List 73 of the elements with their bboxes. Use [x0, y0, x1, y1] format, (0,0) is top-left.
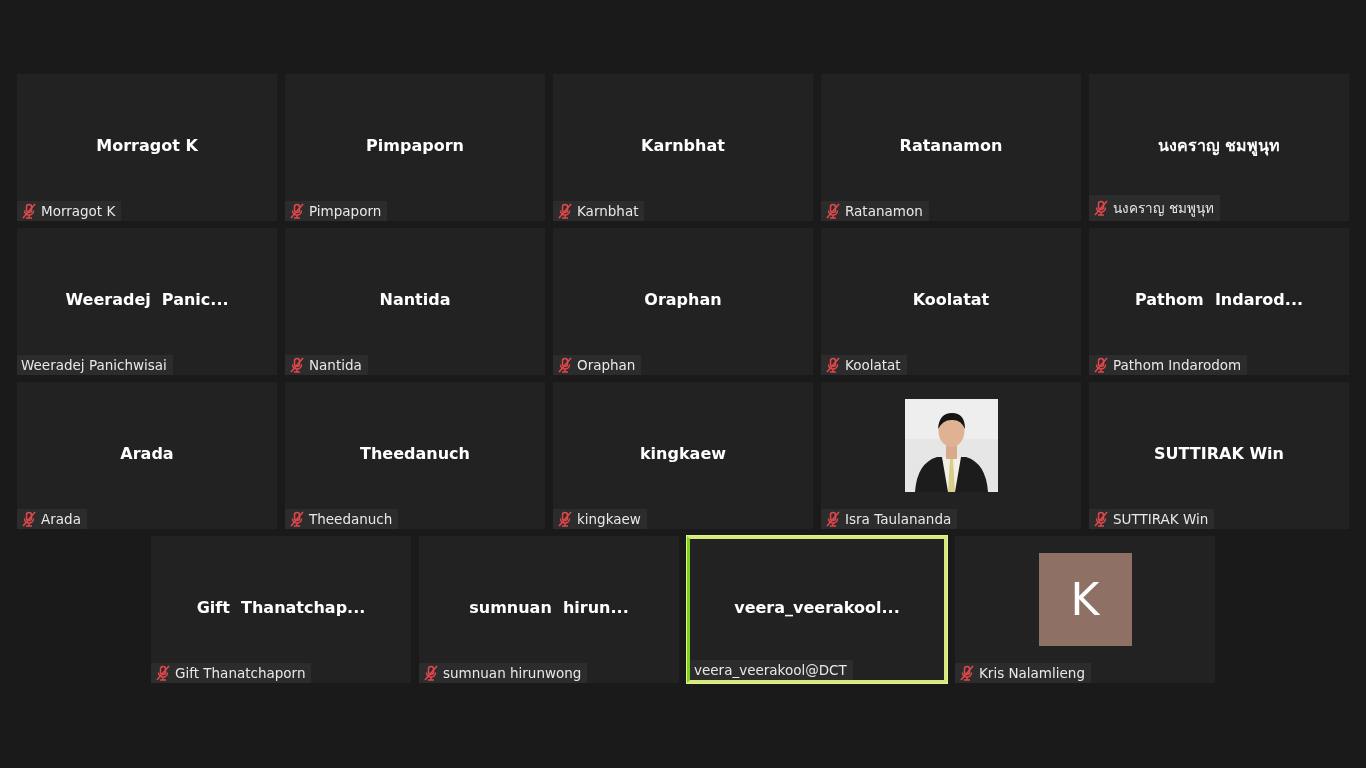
video-tile[interactable]: Pimpaporn Pimpaporn [285, 74, 545, 221]
muted-mic-icon [21, 511, 37, 527]
label-text: Pimpaporn [309, 203, 382, 219]
participant-name: Morragot K [96, 136, 198, 155]
label-text: veera_veerakool@DCT [694, 662, 847, 678]
participant-name: Gift Thanatchap... [196, 598, 366, 617]
video-tile[interactable]: Weeradej Panic... Weeradej Panichwisai [17, 228, 277, 375]
label-text: Theedanuch [309, 511, 393, 527]
muted-mic-icon [1093, 511, 1109, 527]
video-tile[interactable]: Arada Arada [17, 382, 277, 529]
label-text: Karnbhat [577, 203, 639, 219]
participant-name: sumnuan hirun... [469, 598, 629, 617]
participant-name: SUTTIRAK Win [1154, 444, 1284, 463]
label-text: Kris Nalamlieng [979, 665, 1085, 681]
video-tile[interactable]: Oraphan Oraphan [553, 228, 813, 375]
video-tile[interactable]: Gift Thanatchap... Gift Thanatchaporn [151, 536, 411, 683]
participant-name: Pimpaporn [366, 136, 464, 155]
participant-name: นงคราญ ชมพูนุท [1157, 135, 1281, 158]
label-text: Nantida [309, 357, 362, 373]
video-tile[interactable]: นงคราญ ชมพูนุท นงคราญ ชมพูนุท [1089, 74, 1349, 221]
muted-mic-icon [959, 665, 975, 681]
muted-mic-icon [557, 203, 573, 219]
participant-name: Ratanamon [899, 136, 1003, 155]
label-text: Oraphan [577, 357, 636, 373]
muted-mic-icon [557, 357, 573, 373]
muted-mic-icon [289, 511, 305, 527]
participant-name: Pathom Indarod... [1134, 290, 1304, 309]
video-tile[interactable]: veera_veerakool... veera_veerakool@DCT [687, 536, 947, 683]
participant-name: kingkaew [639, 444, 726, 463]
video-tile[interactable]: Isra Taulananda [821, 382, 1081, 529]
label-text: นงคราญ ชมพูนุท [1113, 199, 1215, 219]
participant-name: Arada [120, 444, 174, 463]
muted-mic-icon [557, 511, 573, 527]
muted-mic-icon [289, 203, 305, 219]
participant-name: Weeradej Panic... [65, 290, 229, 309]
participant-name: Nantida [379, 290, 451, 309]
participant-name: Karnbhat [641, 136, 725, 155]
label-text: Arada [41, 511, 81, 527]
participant-name: Oraphan [644, 290, 722, 309]
muted-mic-icon [825, 511, 841, 527]
label-text: kingkaew [577, 511, 641, 527]
video-tile[interactable]: Theedanuch Theedanuch [285, 382, 545, 529]
video-tile[interactable]: sumnuan hirun... sumnuan hirunwong [419, 536, 679, 683]
video-tile[interactable]: Pathom Indarod... Pathom Indarodom [1089, 228, 1349, 375]
video-tile[interactable]: Ratanamon Ratanamon [821, 74, 1081, 221]
muted-mic-icon [1093, 200, 1109, 216]
label-text: Pathom Indarodom [1113, 357, 1242, 373]
label-text: Gift Thanatchaporn [175, 665, 306, 681]
label-text: Isra Taulananda [845, 511, 952, 527]
label-text: Ratanamon [845, 203, 923, 219]
video-tile[interactable]: Nantida Nantida [285, 228, 545, 375]
muted-mic-icon [825, 203, 841, 219]
video-tile[interactable]: Koolatat Koolatat [821, 228, 1081, 375]
label-text: SUTTIRAK Win [1113, 511, 1209, 527]
muted-mic-icon [1093, 357, 1109, 373]
label-text: Koolatat [845, 357, 901, 373]
participant-name: veera_veerakool... [734, 598, 900, 617]
muted-mic-icon [423, 665, 439, 681]
video-tile[interactable]: K Kris Nalamlieng [955, 536, 1215, 683]
muted-mic-icon [289, 357, 305, 373]
participant-name: Theedanuch [360, 444, 470, 463]
muted-mic-icon [155, 665, 171, 681]
muted-mic-icon [21, 203, 37, 219]
avatar-initial: K [1038, 553, 1132, 646]
label-text: sumnuan hirunwong [443, 665, 582, 681]
label-text: Weeradej Panichwisai [21, 357, 167, 373]
label-text: Morragot K [41, 203, 116, 219]
video-tile[interactable]: Karnbhat Karnbhat [553, 74, 813, 221]
video-tile[interactable]: Morragot K Morragot K [17, 74, 277, 221]
participant-name: Koolatat [912, 290, 990, 309]
video-tile[interactable]: SUTTIRAK Win SUTTIRAK Win [1089, 382, 1349, 529]
video-tile[interactable]: kingkaew kingkaew [553, 382, 813, 529]
muted-mic-icon [825, 357, 841, 373]
